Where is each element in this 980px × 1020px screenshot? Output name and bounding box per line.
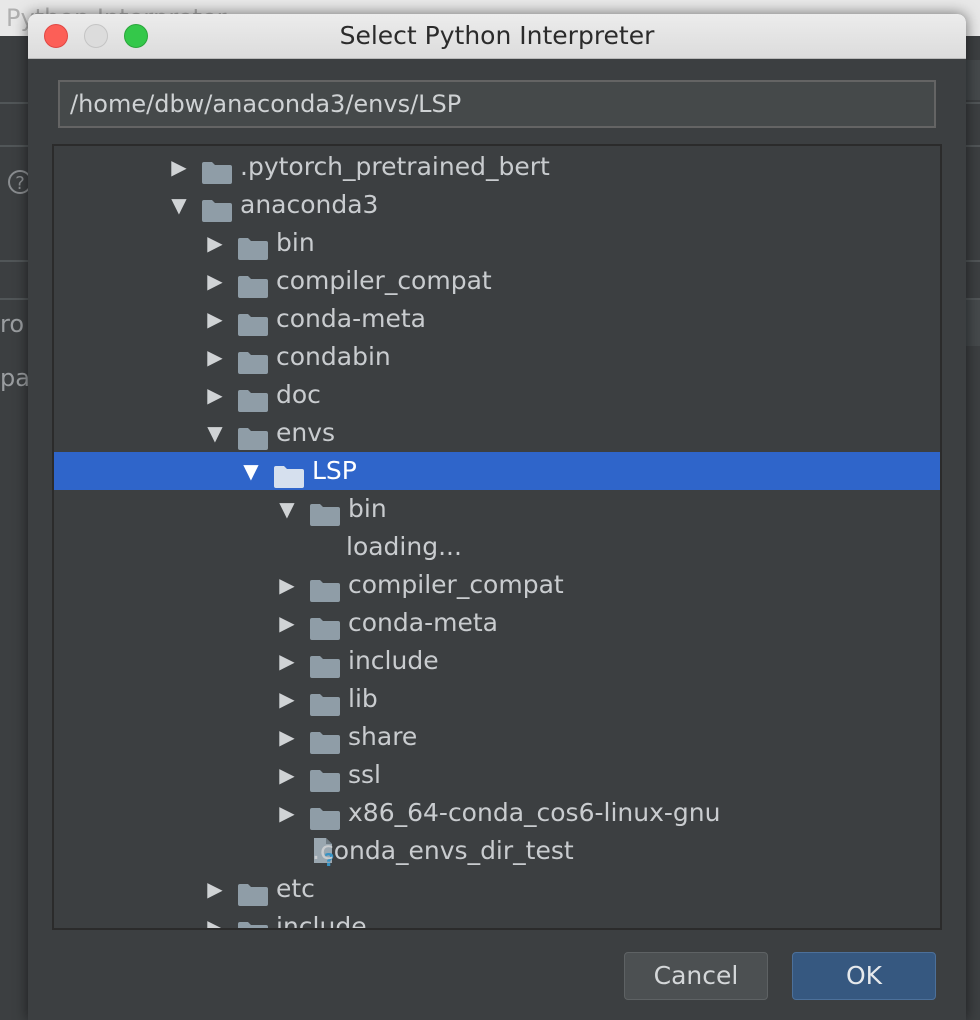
tree-row[interactable]: ▼ bin [54,490,940,528]
folder-icon [310,651,340,678]
tree-row-label: include [348,646,439,675]
dialog-title: Select Python Interpreter [339,21,655,50]
tree-row[interactable]: ? .conda_envs_dir_test [54,832,940,871]
tree-row-label: .conda_envs_dir_test [312,836,574,865]
expand-arrow-down-icon[interactable]: ▼ [168,186,190,224]
folder-icon [310,803,340,830]
expand-arrow-right-icon[interactable]: ▶ [276,794,298,832]
tree-row-label: anaconda3 [240,190,379,219]
expand-arrow-right-icon[interactable]: ▶ [204,376,226,414]
folder-icon [238,879,268,906]
folder-icon [238,385,268,412]
folder-icon [310,613,340,640]
folder-icon [202,195,232,222]
select-interpreter-dialog: Select Python Interpreter ▶ .pytorch_pret… [28,14,966,1020]
expand-arrow-right-icon[interactable]: ▶ [276,566,298,604]
tree-row[interactable]: ▶ include [54,642,940,680]
folder-icon [238,309,268,336]
background-text: ro [0,310,25,338]
tree-row[interactable]: ▶ doc [54,376,940,414]
tree-row-label: lib [348,684,378,713]
expand-arrow-right-icon[interactable]: ▶ [204,870,226,908]
dialog-titlebar: Select Python Interpreter [28,14,966,59]
tree-row-label: condabin [276,342,391,371]
expand-arrow-right-icon[interactable]: ▶ [204,338,226,376]
tree-row[interactable]: loading... [54,528,940,566]
tree-row[interactable]: ▼ anaconda3 [54,186,940,224]
tree-row-label: .pytorch_pretrained_bert [240,152,550,181]
tree-row[interactable]: ▶ include [54,908,940,930]
tree-row[interactable]: ▼ LSP [54,452,940,490]
folder-icon [238,917,268,928]
folder-icon [238,423,268,450]
tree-row[interactable]: ▶ share [54,718,940,756]
tree-row-label: loading... [346,532,462,561]
tree-row[interactable]: ▶ ssl [54,756,940,794]
folder-icon [238,233,268,260]
expand-arrow-right-icon[interactable]: ▶ [276,642,298,680]
tree-row-label: etc [276,874,315,903]
tree-row-label: LSP [312,456,357,485]
path-input[interactable] [58,80,936,128]
tree-row[interactable]: ▶ compiler_compat [54,262,940,300]
expand-arrow-down-icon[interactable]: ▼ [240,452,262,490]
folder-icon [310,765,340,792]
expand-arrow-right-icon[interactable]: ▶ [276,604,298,642]
tree-row-label: conda-meta [276,304,426,333]
tree-row-label: x86_64-conda_cos6-linux-gnu [348,798,721,827]
expand-arrow-right-icon[interactable]: ▶ [204,300,226,338]
tree-row-label: bin [276,228,315,257]
background-text: pa [0,364,30,392]
expand-arrow-right-icon[interactable]: ▶ [204,224,226,262]
expand-arrow-right-icon[interactable]: ▶ [204,908,226,928]
tree-row[interactable]: ▶ compiler_compat [54,566,940,604]
tree-row-label: envs [276,418,336,447]
tree-row-label: compiler_compat [276,266,492,295]
background-panel [964,60,980,100]
tree-row[interactable]: ▶ lib [54,680,940,718]
tree-row[interactable]: ▶ .pytorch_pretrained_bert [54,148,940,186]
background-panel [964,300,980,346]
tree-row[interactable]: ▶ conda-meta [54,300,940,338]
folder-icon [310,689,340,716]
expand-arrow-right-icon[interactable]: ▶ [168,148,190,186]
tree-row-label: ssl [348,760,381,789]
file-tree[interactable]: ▶ .pytorch_pretrained_bert ▼ anaconda3 ▶ bin ▶… [52,144,942,930]
folder-icon [310,499,340,526]
cancel-button[interactable]: Cancel [624,952,768,1000]
folder-icon [202,157,232,184]
tree-row[interactable]: ▶ condabin [54,338,940,376]
folder-icon [310,727,340,754]
folder-icon [274,461,304,488]
tree-row[interactable]: ▼ envs [54,414,940,452]
tree-row-label: bin [348,494,387,523]
tree-row-label: compiler_compat [348,570,564,599]
expand-arrow-right-icon[interactable]: ▶ [276,756,298,794]
tree-row-label: share [348,722,418,751]
expand-arrow-down-icon[interactable]: ▼ [204,414,226,452]
tree-row-label: doc [276,380,321,409]
ok-button[interactable]: OK [792,952,936,1000]
tree-row[interactable]: ▶ conda-meta [54,604,940,642]
expand-arrow-right-icon[interactable]: ▶ [276,680,298,718]
folder-icon [238,347,268,374]
expand-arrow-right-icon[interactable]: ▶ [204,262,226,300]
folder-icon [310,575,340,602]
tree-row-label: include [276,912,367,930]
tree-row[interactable]: ▶ etc [54,870,940,908]
expand-arrow-right-icon[interactable]: ▶ [276,718,298,756]
tree-row[interactable]: ▶ bin [54,224,940,262]
tree-row[interactable]: ▶ x86_64-conda_cos6-linux-gnu [54,794,940,832]
expand-arrow-down-icon[interactable]: ▼ [276,490,298,528]
tree-row-label: conda-meta [348,608,498,637]
folder-icon [238,271,268,298]
